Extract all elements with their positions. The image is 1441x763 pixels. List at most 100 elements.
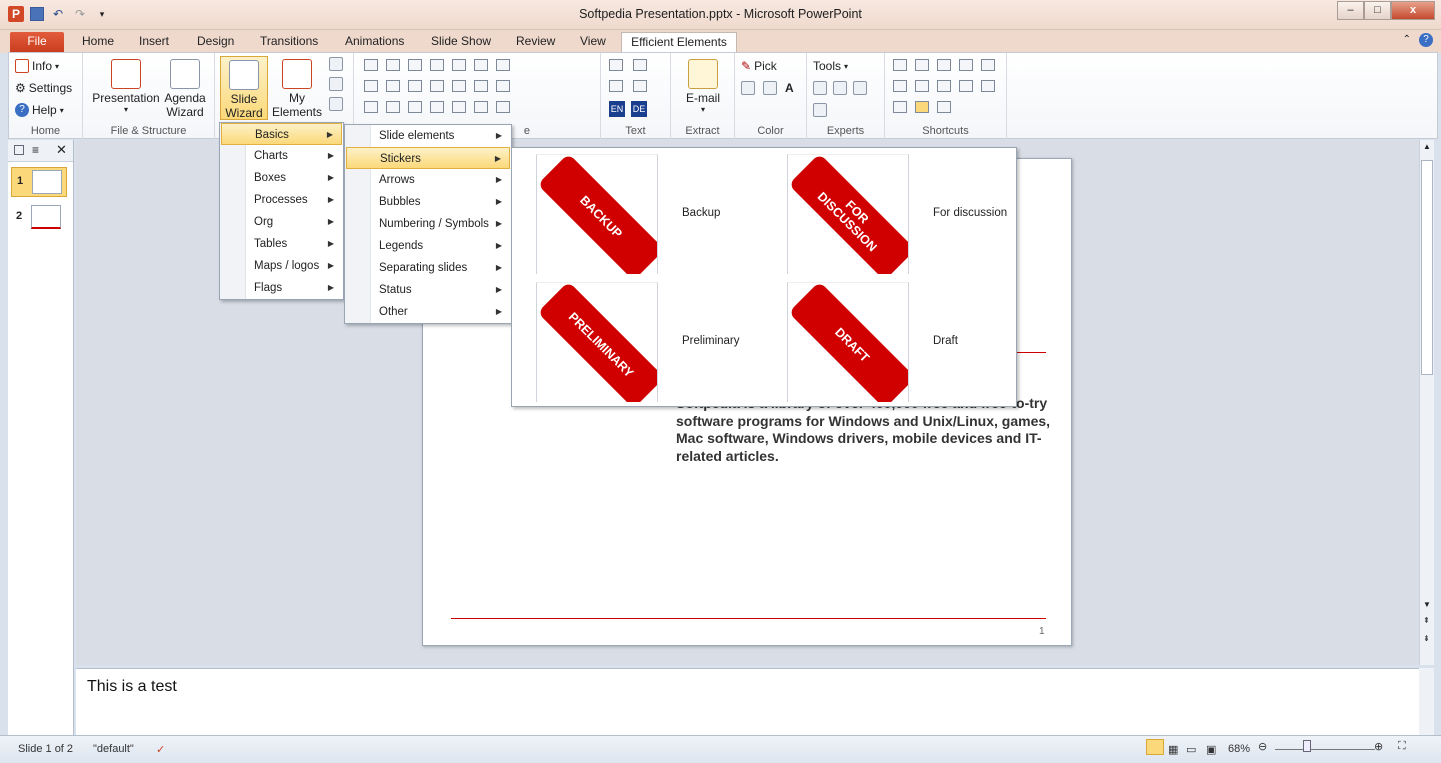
minimize-button[interactable]: – xyxy=(1337,1,1364,20)
scroll-down-icon[interactable]: ▼ xyxy=(1423,600,1431,609)
maximize-button[interactable]: □ xyxy=(1364,1,1391,20)
email-button[interactable]: E-mail ▾ xyxy=(679,59,727,114)
align-icon[interactable] xyxy=(496,59,510,71)
tab-animations[interactable]: Animations xyxy=(337,32,412,53)
agenda-wizard-button[interactable]: Agenda Wizard xyxy=(161,59,209,119)
normal-view-icon[interactable] xyxy=(1146,739,1164,755)
shortcut-icon[interactable] xyxy=(893,59,907,71)
notes-pane[interactable]: This is a test xyxy=(76,668,1419,735)
text-tool-icon[interactable] xyxy=(633,80,647,92)
sticker-label[interactable]: Preliminary xyxy=(682,335,740,347)
menu-item-bubbles[interactable]: Bubbles ▶ xyxy=(346,191,510,213)
tab-slide-show[interactable]: Slide Show xyxy=(423,32,499,53)
align-icon[interactable] xyxy=(408,101,422,113)
menu-item-separating-slides[interactable]: Separating slides ▶ xyxy=(346,257,510,279)
menu-item-other[interactable]: Other ▶ xyxy=(346,301,510,323)
fit-to-window-icon[interactable]: ⛶ xyxy=(1398,740,1406,753)
presentation-button[interactable]: Presentation ▾ xyxy=(91,59,161,114)
align-icon[interactable] xyxy=(474,101,488,113)
menu-item-basics[interactable]: Basics ▶ xyxy=(221,123,342,145)
tab-efficient-elements[interactable]: Efficient Elements xyxy=(621,32,737,53)
menu-item-org[interactable]: Org ▶ xyxy=(221,211,342,233)
align-icon[interactable] xyxy=(474,59,488,71)
close-button[interactable]: x xyxy=(1391,1,1435,20)
settings-button[interactable]: ⚙ Settings xyxy=(15,81,72,95)
menu-item-legends[interactable]: Legends ▶ xyxy=(346,235,510,257)
align-icon[interactable] xyxy=(408,80,422,92)
shortcut-icon[interactable] xyxy=(981,80,995,92)
expert-tool-icon[interactable] xyxy=(853,81,867,95)
align-icon[interactable] xyxy=(364,59,378,71)
align-icon[interactable] xyxy=(364,80,378,92)
language-en-button[interactable]: EN xyxy=(609,101,625,117)
slide-wizard-button[interactable]: Slide Wizard xyxy=(220,56,268,120)
sticker-preliminary[interactable]: PRELIMINARY xyxy=(536,282,658,402)
zoom-slider[interactable] xyxy=(1275,749,1375,750)
my-elements-button[interactable]: My Elements xyxy=(269,59,325,119)
notes-text[interactable]: This is a test xyxy=(87,678,177,696)
outline-tab-icon[interactable]: ≡ xyxy=(32,143,39,157)
vertical-scrollbar[interactable]: ▲ ▼ ⇞ ⇟ xyxy=(1419,140,1434,665)
my-element-icon-1[interactable] xyxy=(329,57,343,71)
tools-button[interactable]: Tools ▾ xyxy=(813,59,848,73)
text-tool-icon[interactable] xyxy=(609,59,623,71)
shortcut-icon[interactable] xyxy=(893,101,907,113)
tab-design[interactable]: Design xyxy=(189,32,242,53)
expert-tool-icon[interactable] xyxy=(813,81,827,95)
menu-item-tables[interactable]: Tables ▶ xyxy=(221,233,342,255)
previous-slide-icon[interactable]: ⇞ xyxy=(1423,616,1430,625)
menu-item-status[interactable]: Status ▶ xyxy=(346,279,510,301)
shortcut-icon[interactable] xyxy=(959,59,973,71)
slides-tab-icon[interactable] xyxy=(14,145,24,155)
line-color-icon[interactable] xyxy=(763,81,777,95)
tab-transitions[interactable]: Transitions xyxy=(252,32,326,53)
shortcut-icon[interactable] xyxy=(981,59,995,71)
font-color-icon[interactable]: A xyxy=(785,81,794,95)
tab-insert[interactable]: Insert xyxy=(131,32,177,53)
shortcut-icon[interactable] xyxy=(915,59,929,71)
tab-home[interactable]: Home xyxy=(74,32,122,53)
menu-item-numbering-symbols[interactable]: Numbering / Symbols ▶ xyxy=(346,213,510,235)
close-panel-icon[interactable]: ✕ xyxy=(56,142,67,158)
zoom-level[interactable]: 68% xyxy=(1228,743,1250,755)
align-icon[interactable] xyxy=(430,80,444,92)
scroll-up-icon[interactable]: ▲ xyxy=(1423,142,1431,151)
thumbnail-1[interactable]: 1 xyxy=(11,167,67,197)
menu-item-flags[interactable]: Flags ▶ xyxy=(221,277,342,299)
pick-color-button[interactable]: ✎ Pick xyxy=(741,59,777,73)
my-element-icon-3[interactable] xyxy=(329,97,343,111)
sticker-label[interactable]: Backup xyxy=(682,207,720,219)
my-element-icon-2[interactable] xyxy=(329,77,343,91)
reading-view-icon[interactable]: ▭ xyxy=(1186,743,1196,756)
menu-item-boxes[interactable]: Boxes ▶ xyxy=(221,167,342,189)
menu-item-maps-logos[interactable]: Maps / logos ▶ xyxy=(221,255,342,277)
menu-item-slide-elements[interactable]: Slide elements ▶ xyxy=(346,125,510,147)
align-icon[interactable] xyxy=(408,59,422,71)
theme-name[interactable]: "default" xyxy=(93,743,134,755)
align-icon[interactable] xyxy=(474,80,488,92)
align-icon[interactable] xyxy=(452,80,466,92)
sticker-for-discussion[interactable]: FOR DISCUSSION xyxy=(787,154,909,274)
text-tool-icon[interactable] xyxy=(633,59,647,71)
menu-item-stickers[interactable]: Stickers ▶ xyxy=(346,147,510,169)
shortcut-icon[interactable] xyxy=(959,80,973,92)
align-icon[interactable] xyxy=(364,101,378,113)
align-icon[interactable] xyxy=(496,80,510,92)
expert-tool-icon[interactable] xyxy=(813,103,827,117)
thumbnail-2[interactable]: 2 xyxy=(11,203,67,233)
sticker-backup[interactable]: BACKUP xyxy=(536,154,658,274)
shortcut-icon[interactable] xyxy=(937,80,951,92)
info-button[interactable]: Info ▾ xyxy=(15,59,59,73)
sticker-label[interactable]: Draft xyxy=(933,335,958,347)
shortcut-icon[interactable] xyxy=(937,101,951,113)
align-icon[interactable] xyxy=(430,101,444,113)
slide-sorter-icon[interactable]: ▦ xyxy=(1168,743,1178,756)
align-icon[interactable] xyxy=(386,80,400,92)
scroll-thumb[interactable] xyxy=(1421,160,1433,375)
menu-item-processes[interactable]: Processes ▶ xyxy=(221,189,342,211)
sticker-label[interactable]: For discussion xyxy=(933,207,1007,219)
tab-review[interactable]: Review xyxy=(508,32,563,53)
menu-item-arrows[interactable]: Arrows ▶ xyxy=(346,169,510,191)
tab-view[interactable]: View xyxy=(572,32,614,53)
zoom-in-icon[interactable]: ⊕ xyxy=(1374,740,1383,753)
